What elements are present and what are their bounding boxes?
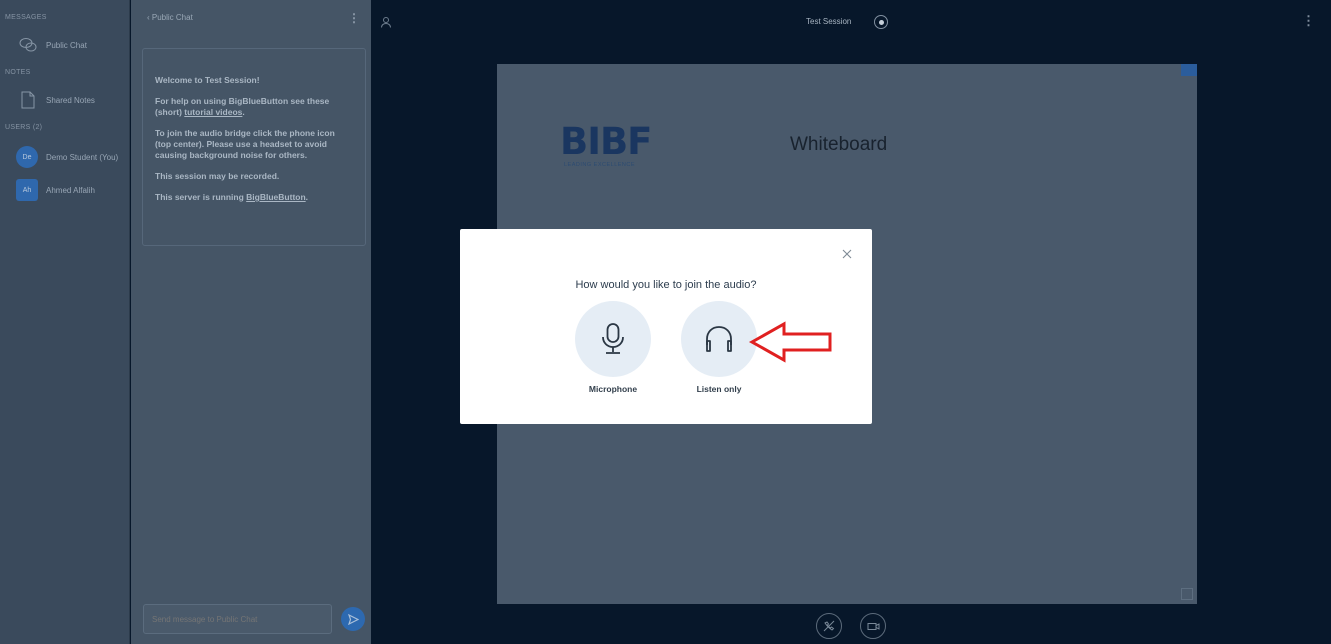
public-chat-label: Public Chat: [46, 40, 87, 50]
phone-off-icon: [823, 620, 835, 632]
shared-notes-item[interactable]: Shared Notes: [0, 88, 130, 112]
notes-icon: [18, 90, 38, 110]
close-icon: [842, 249, 852, 259]
user-list-panel: MESSAGES Public Chat NOTES Shared Notes …: [0, 0, 130, 644]
user-name: Demo Student (You): [46, 152, 119, 162]
send-message-button[interactable]: [341, 607, 365, 631]
join-audio-button[interactable]: [816, 613, 842, 639]
chat-back-label: Public Chat: [151, 13, 193, 22]
fit-to-screen-icon[interactable]: [1181, 588, 1193, 600]
camera-icon: [867, 622, 879, 630]
microphone-option[interactable]: Microphone: [573, 301, 653, 394]
users-section-title: USERS (2): [5, 124, 43, 131]
modal-title: How would you like to join the audio?: [575, 279, 757, 291]
tutorial-videos-link[interactable]: tutorial videos: [184, 107, 242, 117]
minimize-presentation-button[interactable]: [1181, 64, 1197, 76]
share-webcam-button[interactable]: [860, 613, 886, 639]
listen-only-option[interactable]: Listen only: [679, 301, 759, 394]
notes-section-title: NOTES: [5, 69, 31, 76]
options-menu-button[interactable]: ⋮: [1302, 13, 1315, 29]
chat-back-button[interactable]: ‹ Public Chat: [147, 13, 193, 22]
welcome-recorded-line: This session may be recorded.: [155, 171, 280, 181]
welcome-server-line: This server is running BigBlueButton.: [155, 192, 353, 203]
chat-message-input[interactable]: [143, 604, 332, 634]
welcome-server-end: .: [305, 192, 309, 202]
avatar: Ah: [16, 179, 38, 201]
chat-header: ‹ Public Chat ⋮: [131, 0, 371, 40]
bigbluebutton-link[interactable]: BigBlueButton: [246, 192, 306, 202]
welcome-line: Welcome to Test Session!: [155, 75, 260, 85]
session-title: Test Session: [806, 17, 852, 26]
listen-only-button[interactable]: [681, 301, 757, 377]
welcome-message: Welcome to Test Session! For help on usi…: [142, 48, 366, 246]
chat-options-button[interactable]: ⋮: [348, 11, 360, 25]
avatar: De: [16, 146, 38, 168]
microphone-icon: [602, 323, 624, 354]
user-list-item[interactable]: De Demo Student (You): [0, 145, 130, 169]
toggle-userlist-button[interactable]: [381, 15, 391, 33]
chat-panel: ‹ Public Chat ⋮ Welcome to Test Session!…: [131, 0, 371, 644]
whiteboard-title: Whiteboard: [790, 134, 888, 155]
chat-bubbles-icon: [18, 35, 38, 55]
bibf-logo: BIBF LEADING EXCELLENCE: [560, 122, 670, 176]
microphone-label: Microphone: [588, 384, 638, 394]
microphone-button[interactable]: [575, 301, 651, 377]
headphones-icon: [706, 326, 732, 352]
welcome-help-end: .: [242, 107, 245, 117]
logo-text: BIBF: [560, 120, 652, 163]
user-icon: [381, 17, 391, 28]
user-name: Ahmed Alfalih: [46, 185, 95, 195]
welcome-help-line: For help on using BigBlueButton see thes…: [155, 96, 353, 118]
public-chat-item[interactable]: Public Chat: [0, 34, 130, 56]
welcome-server-text: This server is running: [155, 192, 247, 202]
logo-subtitle: LEADING EXCELLENCE: [564, 162, 636, 168]
shared-notes-label: Shared Notes: [46, 95, 95, 105]
welcome-audio-line: To join the audio bridge click the phone…: [155, 128, 335, 160]
send-icon: [347, 613, 359, 625]
record-icon[interactable]: [874, 15, 888, 29]
annotation-arrow-icon: [748, 321, 832, 363]
user-list-item[interactable]: Ah Ahmed Alfalih: [0, 178, 130, 202]
messages-section-title: MESSAGES: [5, 14, 47, 21]
listen-only-label: Listen only: [696, 384, 742, 394]
close-modal-button[interactable]: [840, 247, 854, 261]
